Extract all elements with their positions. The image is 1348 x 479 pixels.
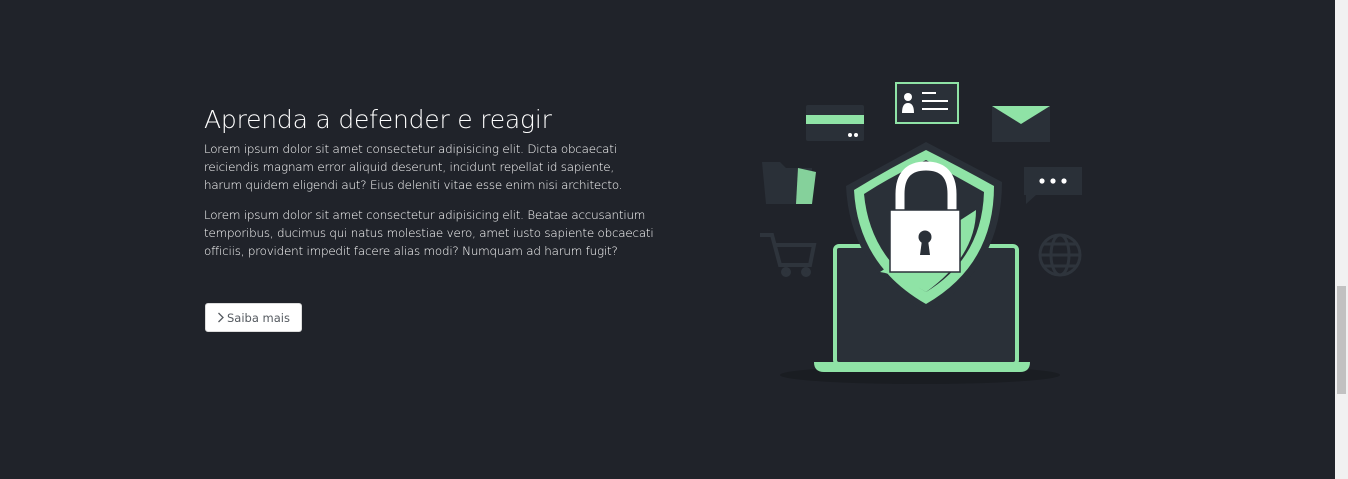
envelope-icon: [992, 106, 1050, 142]
globe-icon: [1038, 233, 1082, 277]
learn-more-label: Saiba mais: [227, 310, 290, 325]
chat-bubble-icon: [1024, 167, 1082, 204]
hero-text: Aprenda a defender e reagir Lorem ipsum …: [204, 104, 654, 260]
chevron-right-icon: [217, 312, 225, 323]
hero-section: Aprenda a defender e reagir Lorem ipsum …: [0, 0, 1335, 479]
paragraph-2: Lorem ipsum dolor sit amet consectetur a…: [204, 208, 654, 258]
page-title: Aprenda a defender e reagir: [204, 105, 552, 134]
learn-more-button[interactable]: Saiba mais: [205, 303, 302, 332]
credit-card-icon: [806, 105, 864, 141]
paragraph-1: Lorem ipsum dolor sit amet consectetur a…: [204, 142, 623, 192]
folder-icon: [762, 162, 816, 204]
shopping-cart-icon: [760, 233, 817, 277]
scrollbar-thumb[interactable]: [1337, 286, 1346, 394]
page-scrollbar[interactable]: [1335, 0, 1348, 479]
security-illustration: [760, 82, 1082, 384]
id-card-icon: [895, 82, 959, 124]
